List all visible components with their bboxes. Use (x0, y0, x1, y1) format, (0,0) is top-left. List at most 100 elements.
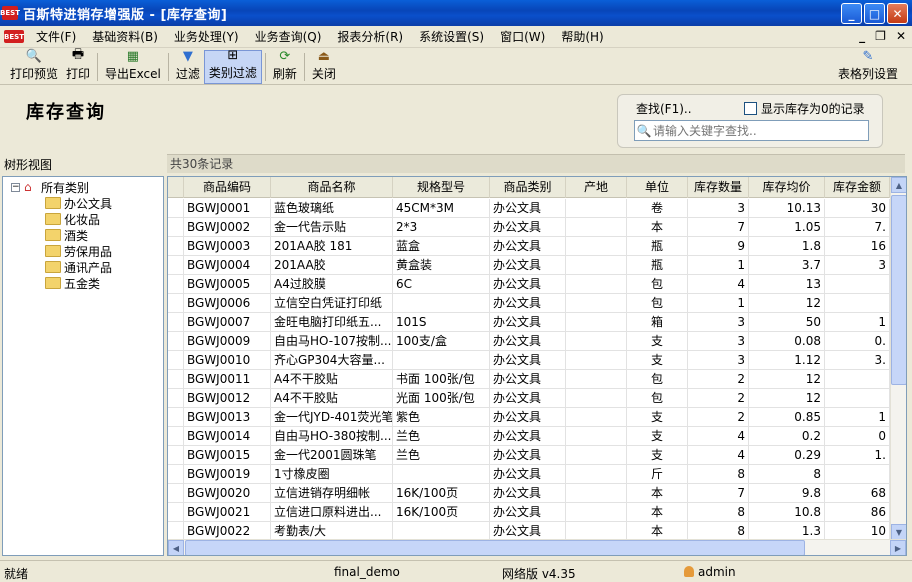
export-excel-button[interactable]: ▦ 导出Excel (101, 49, 165, 84)
category-filter-button[interactable]: ⊞ 类别过滤 (203, 48, 262, 84)
table-cell[interactable]: 金一代JYD-401荧光笔 (271, 408, 393, 427)
refresh-button[interactable]: ⟳ 刷新 (269, 49, 301, 84)
table-cell[interactable]: 4 (688, 427, 749, 446)
maximize-button[interactable]: □ (864, 3, 885, 24)
table-cell[interactable]: 包 (627, 370, 688, 389)
table-cell[interactable]: 0.08 (749, 332, 825, 351)
row-indicator[interactable] (168, 218, 184, 237)
table-cell[interactable]: 12 (749, 294, 825, 313)
table-cell[interactable]: 45CM*3M (393, 199, 490, 218)
row-indicator[interactable] (168, 351, 184, 370)
table-cell[interactable]: BGWJ0010 (184, 351, 271, 370)
column-header[interactable]: 商品名称 (271, 177, 393, 198)
table-cell[interactable] (566, 199, 627, 218)
table-cell[interactable]: 金一代2001圆珠笔 (271, 446, 393, 465)
row-indicator[interactable] (168, 313, 184, 332)
table-cell[interactable] (825, 389, 890, 408)
table-cell[interactable]: 金旺电脑打印纸五... (271, 313, 393, 332)
menu-query[interactable]: 业务查询(Q) (247, 28, 330, 45)
scroll-left-icon[interactable]: ◀ (168, 540, 184, 555)
table-cell[interactable]: 兰色 (393, 427, 490, 446)
table-cell[interactable]: A4不干胶贴 (271, 370, 393, 389)
table-cell[interactable]: 2*3 (393, 218, 490, 237)
table-cell[interactable]: 办公文具 (490, 275, 566, 294)
table-cell[interactable] (566, 218, 627, 237)
table-cell[interactable]: 10.13 (749, 199, 825, 218)
print-button[interactable]: 🖶 打印 (62, 47, 94, 84)
table-row[interactable]: BGWJ0006 立信空白凭证打印纸 办公文具 包 1 12 (168, 294, 890, 313)
table-cell[interactable]: 30 (825, 199, 890, 218)
table-cell[interactable]: 办公文具 (490, 237, 566, 256)
table-cell[interactable]: BGWJ0006 (184, 294, 271, 313)
table-cell[interactable]: 101S (393, 313, 490, 332)
table-cell[interactable]: 斤 (627, 465, 688, 484)
table-row[interactable]: BGWJ0019 1寸橡皮圈 办公文具斤 8 8 (168, 465, 890, 484)
table-cell[interactable]: 3 (688, 199, 749, 218)
table-cell[interactable]: 金一代告示贴 (271, 218, 393, 237)
table-row[interactable]: BGWJ0002 金一代告示贴 2*3 办公文具 本 7 1.05 7. (168, 218, 890, 237)
table-cell[interactable]: 0.2 (749, 427, 825, 446)
table-row[interactable]: BGWJ0012 A4不干胶贴 光面 100张/包 办公文具 包 2 12 (168, 389, 890, 408)
tree-node-category[interactable]: 劳保用品 (45, 243, 112, 259)
vertical-scrollbar[interactable]: ▲ ▼ (890, 177, 906, 540)
table-row[interactable]: BGWJ0013 金一代JYD-401荧光笔 紫色 办公文具 支 2 0.85 1 (168, 408, 890, 427)
table-row[interactable]: BGWJ0009 自由马HO-107按制... 100支/盒 办公文具 支 3 0.08 0. (168, 332, 890, 351)
row-indicator[interactable] (168, 484, 184, 503)
table-row[interactable]: BGWJ0005 A4过胶膜 6C 办公文具 包 4 13 (168, 275, 890, 294)
table-cell[interactable]: 支 (627, 446, 688, 465)
table-cell[interactable]: 办公文具 (490, 503, 566, 522)
table-row[interactable]: BGWJ0007 金旺电脑打印纸五... 101S 办公文具 箱 3 50 1 (168, 313, 890, 332)
table-cell[interactable]: BGWJ0020 (184, 484, 271, 503)
table-cell[interactable]: BGWJ0003 (184, 237, 271, 256)
column-header[interactable]: 商品类别 (490, 177, 566, 198)
tree-node-category[interactable]: 五金类 (45, 275, 100, 291)
table-cell[interactable] (566, 408, 627, 427)
table-cell[interactable]: 86 (825, 503, 890, 522)
table-cell[interactable]: 办公文具 (490, 370, 566, 389)
table-cell[interactable]: 办公文具 (490, 427, 566, 446)
table-cell[interactable]: 1. (825, 446, 890, 465)
table-cell[interactable]: BGWJ0014 (184, 427, 271, 446)
table-cell[interactable] (566, 237, 627, 256)
table-cell[interactable] (566, 465, 627, 484)
menu-file[interactable]: 文件(F) (28, 28, 84, 45)
table-cell[interactable]: 7 (688, 218, 749, 237)
table-cell[interactable]: 包 (627, 275, 688, 294)
table-cell[interactable] (566, 446, 627, 465)
row-indicator[interactable] (168, 294, 184, 313)
table-cell[interactable]: 8 (688, 503, 749, 522)
menu-settings[interactable]: 系统设置(S) (411, 28, 492, 45)
table-cell[interactable]: 办公文具 (490, 465, 566, 484)
table-cell[interactable]: 蓝盒 (393, 237, 490, 256)
table-cell[interactable]: 支 (627, 408, 688, 427)
column-header[interactable]: 库存金额 (825, 177, 890, 198)
table-cell[interactable]: 自由马HO-380按制... (271, 427, 393, 446)
table-cell[interactable]: BGWJ0007 (184, 313, 271, 332)
table-cell[interactable] (566, 294, 627, 313)
row-indicator[interactable] (168, 465, 184, 484)
table-cell[interactable]: 3 (688, 332, 749, 351)
table-cell[interactable]: 201AA胶 (271, 256, 393, 275)
row-indicator[interactable] (168, 199, 184, 218)
table-cell[interactable]: 办公文具 (490, 218, 566, 237)
print-preview-button[interactable]: 🔍 打印预览 (6, 49, 62, 84)
table-cell[interactable]: BGWJ0012 (184, 389, 271, 408)
table-row[interactable]: BGWJ0001 蓝色玻璃纸 45CM*3M 办公文具 卷 3 10.13 30 (168, 199, 890, 218)
table-cell[interactable]: BGWJ0009 (184, 332, 271, 351)
table-cell[interactable]: 包 (627, 294, 688, 313)
table-cell[interactable]: 9 (688, 237, 749, 256)
table-cell[interactable] (393, 351, 490, 370)
table-cell[interactable] (566, 351, 627, 370)
table-cell[interactable]: 0. (825, 332, 890, 351)
table-cell[interactable]: 支 (627, 427, 688, 446)
row-indicator[interactable] (168, 370, 184, 389)
table-cell[interactable]: 办公文具 (490, 351, 566, 370)
mdi-restore-icon[interactable]: ❐ (875, 29, 886, 43)
table-cell[interactable]: 立信空白凭证打印纸 (271, 294, 393, 313)
table-cell[interactable]: 自由马HO-107按制... (271, 332, 393, 351)
minimize-button[interactable]: _ (841, 3, 862, 24)
table-row[interactable]: BGWJ0015 金一代2001圆珠笔 兰色 办公文具 支 4 0.29 1. (168, 446, 890, 465)
scroll-right-icon[interactable]: ▶ (890, 540, 906, 555)
column-header[interactable]: 规格型号 (393, 177, 490, 198)
table-cell[interactable]: 1 (825, 313, 890, 332)
